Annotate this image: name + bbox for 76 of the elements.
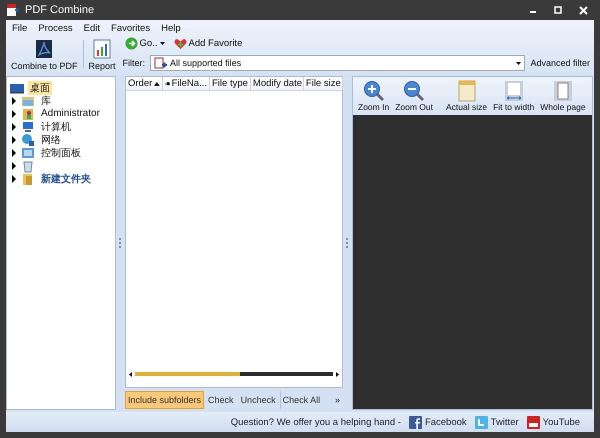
social-link[interactable]: Facebook (408, 416, 467, 428)
tree-item[interactable]: 新建文件夹 (39, 172, 93, 186)
column-header[interactable]: FileNa... (163, 77, 210, 90)
social-link[interactable]: YouTube (526, 416, 580, 428)
column-header[interactable]: Modify date (250, 77, 304, 90)
menu-item[interactable]: Process (38, 23, 73, 34)
go-button[interactable]: Go.. (122, 37, 166, 50)
toolbar-button[interactable]: Report (86, 37, 119, 71)
user-icon (21, 106, 35, 120)
tree-item[interactable]: 桌面 (28, 80, 52, 94)
app-icon (6, 3, 20, 17)
help-text: Question? We offer you a helping hand - (230, 416, 401, 428)
close-icon[interactable] (579, 6, 588, 14)
expand-arrow-icon[interactable] (11, 96, 17, 104)
recycle-icon (21, 158, 35, 172)
panel-icon (21, 146, 35, 160)
zoom-in-icon (362, 80, 385, 102)
file-plus-icon (154, 56, 168, 70)
menu-item[interactable]: Favorites (111, 23, 150, 34)
expand-arrow-icon[interactable] (11, 136, 17, 144)
pdf-icon (35, 39, 54, 59)
youtube-icon (526, 416, 540, 428)
overflow-button[interactable]: » (334, 395, 343, 405)
toolbar-button[interactable]: Zoom In (356, 80, 392, 112)
toolbar-button[interactable]: Check (205, 391, 237, 409)
report-icon (93, 39, 112, 59)
caret-icon (516, 62, 522, 64)
filter-label: Filter: (122, 58, 146, 68)
toolbar-button[interactable]: Actual size (444, 80, 490, 112)
heart-plus-icon (174, 38, 186, 50)
social-link[interactable]: Twitter (474, 416, 519, 428)
desktop-icon (9, 82, 25, 94)
toolbar-button[interactable]: Whole page (538, 80, 588, 112)
scroll-left-icon[interactable] (129, 372, 132, 376)
expand-arrow-icon[interactable] (11, 110, 17, 118)
network-icon (21, 132, 35, 146)
window-title: PDF Combine (25, 4, 94, 16)
filter-dropdown[interactable]: All supported files (150, 55, 526, 71)
column-header[interactable]: File size (304, 77, 343, 90)
zoom-out-icon (403, 80, 426, 102)
twitter-icon (474, 416, 488, 428)
column-header[interactable]: File type (210, 77, 251, 90)
expand-arrow-icon[interactable] (11, 122, 17, 130)
menu-item[interactable]: Help (161, 23, 181, 34)
column-header[interactable]: Order (126, 77, 163, 90)
folder-icon (21, 172, 35, 186)
scrollbar-track[interactable] (135, 372, 333, 376)
toolbar-button[interactable]: Fit to width (491, 80, 536, 112)
tree-item[interactable]: 库 (39, 94, 53, 108)
tree-item[interactable]: Administrator (39, 108, 102, 119)
maximize-icon[interactable] (554, 6, 562, 14)
toolbar-button[interactable]: Combine to PDF (8, 37, 81, 71)
expand-arrow-icon[interactable] (11, 174, 17, 182)
computer-icon (21, 120, 35, 134)
fit-width-icon (502, 80, 525, 102)
page-icon (552, 80, 574, 102)
caret-icon (160, 42, 164, 45)
sort-icon (154, 82, 160, 86)
toolbar-button[interactable]: Uncheck (238, 391, 279, 409)
tree-item[interactable]: 计算机 (39, 120, 73, 134)
tree-item[interactable]: 网络 (39, 132, 63, 146)
expand-arrow-icon[interactable] (11, 162, 17, 170)
toolbar-button[interactable]: Check All (280, 391, 324, 409)
page-icon (456, 80, 478, 102)
expand-arrow-icon[interactable] (11, 148, 17, 156)
toolbar-button[interactable]: Include subfolders (125, 391, 204, 409)
menu-item[interactable]: File (12, 23, 28, 34)
scroll-right-icon[interactable] (336, 372, 339, 376)
go-arrow-icon (124, 37, 138, 50)
pin-icon (165, 80, 170, 86)
facebook-icon (408, 416, 422, 428)
advanced-filter-link[interactable]: Advanced filter (530, 58, 592, 68)
tree-item[interactable]: 控制面板 (39, 146, 83, 160)
toolbar-button[interactable]: Zoom Out (393, 80, 435, 112)
add-favorite-button[interactable]: Add Favorite (172, 38, 244, 50)
menu-item[interactable]: Edit (84, 23, 100, 34)
